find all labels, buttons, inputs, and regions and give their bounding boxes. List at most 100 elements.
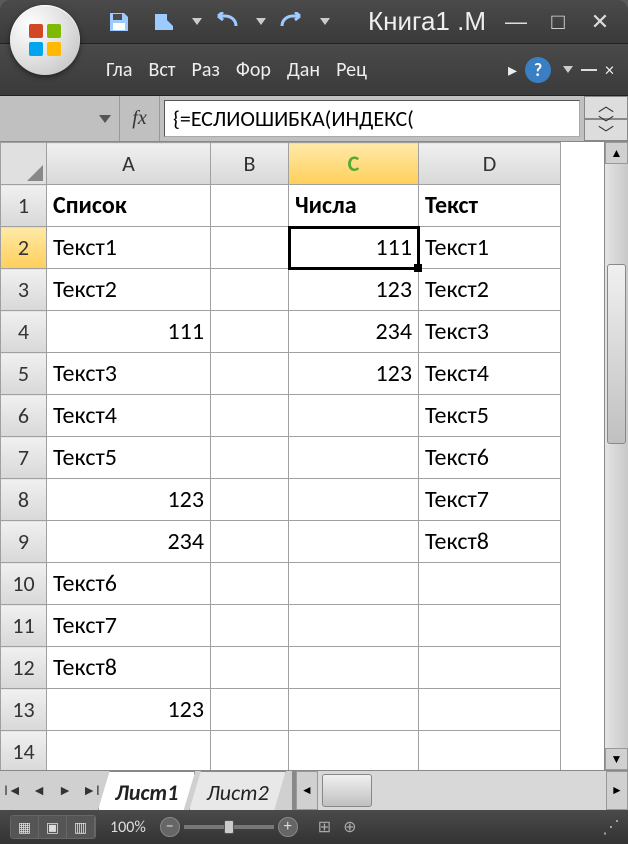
cell-A11[interactable]: Текст7	[47, 605, 211, 647]
col-header-B[interactable]: B	[211, 143, 289, 185]
row-header-3[interactable]: 3	[1, 269, 47, 311]
ribbon-tab-5[interactable]: Рец	[330, 54, 373, 86]
scroll-up-button[interactable]: ▲	[605, 142, 628, 164]
ribbon-tab-2[interactable]: Раз	[186, 54, 226, 86]
cell-B14[interactable]	[211, 731, 289, 771]
view-break-button[interactable]: ▥	[67, 816, 95, 838]
row-header-6[interactable]: 6	[1, 395, 47, 437]
row-header-5[interactable]: 5	[1, 353, 47, 395]
select-all-corner[interactable]	[1, 143, 47, 185]
sheet-last-button[interactable]: ►I	[78, 782, 104, 799]
sheet-tab-0[interactable]: Лист1	[98, 771, 195, 810]
sheet-tab-1[interactable]: Лист2	[189, 771, 285, 810]
cell-A1[interactable]: Список	[47, 185, 211, 227]
row-header-1[interactable]: 1	[1, 185, 47, 227]
undo-button[interactable]	[208, 4, 246, 40]
qat-dropdown[interactable]	[192, 18, 202, 25]
row-header-2[interactable]: 2	[1, 227, 47, 269]
scroll-down-button[interactable]: ▼	[605, 748, 628, 770]
zoom-in-button[interactable]: +	[278, 817, 298, 837]
scroll-track[interactable]	[605, 164, 628, 748]
vertical-scrollbar[interactable]: ▲ ▼	[604, 142, 628, 770]
cell-A6[interactable]: Текст4	[47, 395, 211, 437]
cell-D6[interactable]: Текст5	[419, 395, 561, 437]
cell-C12[interactable]	[289, 647, 419, 689]
view-normal-button[interactable]: ▦	[11, 816, 39, 838]
office-button[interactable]	[10, 5, 80, 75]
cell-A9[interactable]: 234	[47, 521, 211, 563]
row-header-10[interactable]: 10	[1, 563, 47, 605]
undo-dropdown[interactable]	[256, 18, 266, 25]
qat-customize[interactable]	[320, 18, 330, 25]
row-header-8[interactable]: 8	[1, 479, 47, 521]
cell-D8[interactable]: Текст7	[419, 479, 561, 521]
row-header-9[interactable]: 9	[1, 521, 47, 563]
cell-D1[interactable]: Текст	[419, 185, 561, 227]
ribbon-overflow-icon[interactable]: ▸	[508, 59, 517, 81]
cell-B13[interactable]	[211, 689, 289, 731]
cell-C13[interactable]	[289, 689, 419, 731]
zoom-out-button[interactable]: −	[160, 817, 180, 837]
cell-D7[interactable]: Текст6	[419, 437, 561, 479]
cell-B6[interactable]	[211, 395, 289, 437]
fx-button[interactable]: fx	[120, 96, 160, 141]
horizontal-scrollbar[interactable]: ◄ ►	[292, 771, 628, 810]
row-header-4[interactable]: 4	[1, 311, 47, 353]
cell-C6[interactable]	[289, 395, 419, 437]
cell-D3[interactable]: Текст2	[419, 269, 561, 311]
cell-C4[interactable]: 234	[289, 311, 419, 353]
maximize-button[interactable]: □	[548, 12, 568, 32]
cell-A8[interactable]: 123	[47, 479, 211, 521]
cell-B12[interactable]	[211, 647, 289, 689]
spreadsheet-grid[interactable]: ABCD1СписокЧислаТекст2Текст1111Текст13Те…	[0, 142, 561, 770]
status-icon-1[interactable]: ⊞	[318, 817, 331, 837]
cell-B10[interactable]	[211, 563, 289, 605]
formula-input[interactable]: {=ЕСЛИОШИБКА(ИНДЕКС(	[164, 100, 580, 137]
zoom-track[interactable]	[184, 825, 274, 829]
col-header-C[interactable]: C	[289, 143, 419, 185]
cell-A14[interactable]	[47, 731, 211, 771]
ribbon-close-button[interactable]: ×	[605, 59, 614, 81]
hscroll-left-button[interactable]: ◄	[296, 771, 318, 810]
cell-C11[interactable]	[289, 605, 419, 647]
cell-B7[interactable]	[211, 437, 289, 479]
zoom-label[interactable]: 100%	[110, 818, 146, 837]
row-header-12[interactable]: 12	[1, 647, 47, 689]
help-dropdown[interactable]	[563, 66, 573, 73]
cell-C14[interactable]	[289, 731, 419, 771]
cell-C8[interactable]	[289, 479, 419, 521]
cell-C2[interactable]: 111	[289, 227, 419, 269]
close-button[interactable]: ✕	[590, 12, 610, 32]
qat-tool-button[interactable]	[144, 4, 182, 40]
row-header-7[interactable]: 7	[1, 437, 47, 479]
save-button[interactable]	[100, 4, 138, 40]
formula-expand-down[interactable]: ﹀﹀	[584, 119, 628, 142]
status-icon-2[interactable]: ⊕	[343, 817, 356, 837]
cell-C9[interactable]	[289, 521, 419, 563]
redo-button[interactable]	[272, 4, 310, 40]
cell-B11[interactable]	[211, 605, 289, 647]
col-header-A[interactable]: A	[47, 143, 211, 185]
sheet-prev-button[interactable]: ◄	[26, 782, 52, 799]
cell-B4[interactable]	[211, 311, 289, 353]
cell-A10[interactable]: Текст6	[47, 563, 211, 605]
view-layout-button[interactable]: ▣	[39, 816, 67, 838]
cell-D4[interactable]: Текст3	[419, 311, 561, 353]
cell-C10[interactable]	[289, 563, 419, 605]
scroll-thumb[interactable]	[607, 264, 626, 444]
cell-B3[interactable]	[211, 269, 289, 311]
zoom-thumb[interactable]	[224, 820, 234, 834]
cell-D11[interactable]	[419, 605, 561, 647]
cell-D10[interactable]	[419, 563, 561, 605]
ribbon-tab-0[interactable]: Гла	[100, 54, 138, 86]
row-header-13[interactable]: 13	[1, 689, 47, 731]
col-header-D[interactable]: D	[419, 143, 561, 185]
cell-B1[interactable]	[211, 185, 289, 227]
cell-D9[interactable]: Текст8	[419, 521, 561, 563]
ribbon-tab-3[interactable]: Фор	[230, 54, 277, 86]
ribbon-tab-4[interactable]: Дан	[281, 54, 326, 86]
cell-B8[interactable]	[211, 479, 289, 521]
cell-A7[interactable]: Текст5	[47, 437, 211, 479]
cell-D14[interactable]	[419, 731, 561, 771]
cell-C7[interactable]	[289, 437, 419, 479]
